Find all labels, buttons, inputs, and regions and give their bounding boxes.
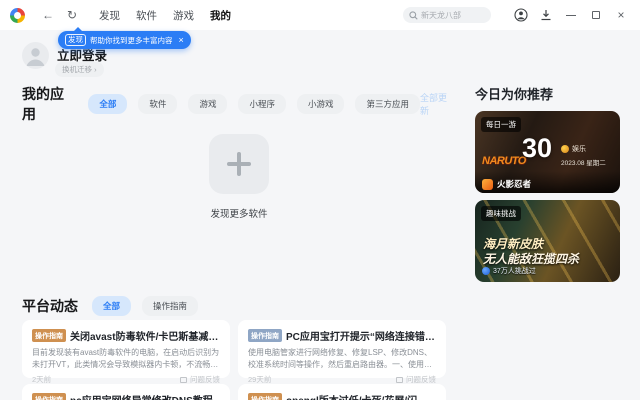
news-tag: 操作指南 xyxy=(248,393,282,400)
news-tag: 操作指南 xyxy=(32,329,66,342)
filter-games[interactable]: 游戏 xyxy=(188,94,228,114)
challenge-stat-icon xyxy=(482,267,490,275)
news-tag: 操作指南 xyxy=(32,393,66,400)
news-article-title: opengl版本过低/卡死/花屏/闪退，升级显卡驱动… xyxy=(286,392,436,400)
download-icon[interactable] xyxy=(537,6,555,24)
main-tabs: 发现 软件 游戏 我的 xyxy=(99,8,231,23)
filter-miniprogram[interactable]: 小程序 xyxy=(238,94,286,114)
news-article[interactable]: 操作指南 pc应用宝网络异常修改DNS教程 xyxy=(22,384,230,400)
app-logo-icon xyxy=(10,7,25,23)
news-filters: 全部 操作指南 xyxy=(92,296,199,316)
news-title: 平台动态 xyxy=(22,298,78,314)
news-article[interactable]: 操作指南 关闭avast防毒软件/卡巴斯基减少卡顿现象 目前发现装有avast防… xyxy=(22,320,230,384)
search-box[interactable] xyxy=(403,7,491,23)
tab-mine[interactable]: 我的 xyxy=(210,8,231,23)
news-article-title: 关闭avast防毒软件/卡巴斯基减少卡顿现象 xyxy=(70,332,220,343)
tab-discover[interactable]: 发现 xyxy=(99,8,120,23)
discover-more-card[interactable] xyxy=(209,134,269,194)
news-tag: 操作指南 xyxy=(248,329,282,342)
discover-tooltip: 发现 帮助你找到更多丰富内容 × xyxy=(58,27,191,49)
challenge-card[interactable]: 趣味挑战 海月新皮肤 无人能敌狂揽四杀 37万人挑战过 xyxy=(475,200,620,282)
daily-tag: 娱乐 xyxy=(561,144,586,154)
challenge-line2: 无人能敌狂揽四杀 xyxy=(483,252,580,266)
tooltip-badge: 发现 xyxy=(65,34,86,46)
challenge-stat: 37万人挑战过 xyxy=(482,266,536,276)
filter-thirdparty[interactable]: 第三方应用 xyxy=(355,94,420,114)
tooltip-message: 帮助你找到更多丰富内容 xyxy=(90,35,173,45)
feedback-icon xyxy=(180,376,187,383)
my-apps-title: 我的应用 xyxy=(22,86,64,122)
news-filter-all[interactable]: 全部 xyxy=(92,296,132,316)
close-button[interactable]: × xyxy=(612,6,630,24)
search-icon xyxy=(409,10,418,20)
news-header: 平台动态 全部 操作指南 xyxy=(22,296,199,316)
search-input[interactable] xyxy=(421,10,485,20)
tooltip-close-icon[interactable]: × xyxy=(179,35,184,45)
daily-tag-icon xyxy=(561,145,569,153)
tab-software[interactable]: 软件 xyxy=(136,8,157,23)
daily-date: 2023.08 星期二 xyxy=(561,160,606,167)
news-article[interactable]: 操作指南 opengl版本过低/卡死/花屏/闪退，升级显卡驱动… xyxy=(238,384,446,400)
daily-footer: 火影忍者 xyxy=(475,171,620,193)
account-icon[interactable] xyxy=(512,6,530,24)
naruto-logo: NARUTO xyxy=(482,155,526,167)
daily-game-icon xyxy=(482,178,493,190)
my-apps-filters: 全部 软件 游戏 小程序 小游戏 第三方应用 xyxy=(88,94,420,114)
refresh-icon[interactable]: ↻ xyxy=(63,8,81,22)
news-article-body: 使用电脑管家进行网络修复、修复LSP、修改DNS、校准系统时间等操作，然后重启路… xyxy=(248,348,433,369)
feedback-icon xyxy=(396,376,403,383)
titlebar: ← ↻ 发现 软件 游戏 我的 × xyxy=(0,0,640,30)
my-apps-header: 我的应用 全部 软件 游戏 小程序 小游戏 第三方应用 全部更新 xyxy=(22,84,455,124)
avatar[interactable] xyxy=(22,42,49,69)
migrate-pill[interactable]: 换机迁移 › xyxy=(55,62,104,77)
back-icon[interactable]: ← xyxy=(39,8,57,22)
daily-game-card[interactable]: 每日一游 NARUTO 30 娱乐 2023.08 星期二 火影忍者 xyxy=(475,111,620,193)
avatar-person-icon xyxy=(26,48,45,66)
news-article-title: pc应用宝网络异常修改DNS教程 xyxy=(70,392,213,400)
minimize-button[interactable] xyxy=(562,6,580,24)
challenge-badge: 趣味挑战 xyxy=(481,206,521,221)
news-article-body: 目前发现装有avast防毒软件的电脑，在启动后识别为未打开VT，此类情况会导致模… xyxy=(32,348,220,369)
news-grid: 操作指南 关闭avast防毒软件/卡巴斯基减少卡顿现象 目前发现装有avast防… xyxy=(22,320,446,400)
daily-game-name: 火影忍者 xyxy=(497,179,532,189)
filter-software[interactable]: 软件 xyxy=(138,94,178,114)
filter-all[interactable]: 全部 xyxy=(88,94,128,114)
daily-game-badge: 每日一游 xyxy=(481,117,521,132)
recommend-title: 今日为你推荐 xyxy=(475,87,554,102)
plus-icon xyxy=(227,152,251,176)
daily-day: 30 xyxy=(522,133,553,163)
news-article[interactable]: 操作指南 PC应用宝打开提示“网络连接错误” 使用电脑管家进行网络修复、修复LS… xyxy=(238,320,446,384)
news-article-title: PC应用宝打开提示“网络连接错误” xyxy=(286,332,436,343)
filter-minigames[interactable]: 小游戏 xyxy=(296,94,345,114)
discover-more-label: 发现更多软件 xyxy=(210,209,268,220)
update-all-button[interactable]: 全部更新 xyxy=(420,91,455,117)
tab-games[interactable]: 游戏 xyxy=(173,8,194,23)
news-filter-guide[interactable]: 操作指南 xyxy=(142,296,199,316)
maximize-button[interactable] xyxy=(587,6,605,24)
